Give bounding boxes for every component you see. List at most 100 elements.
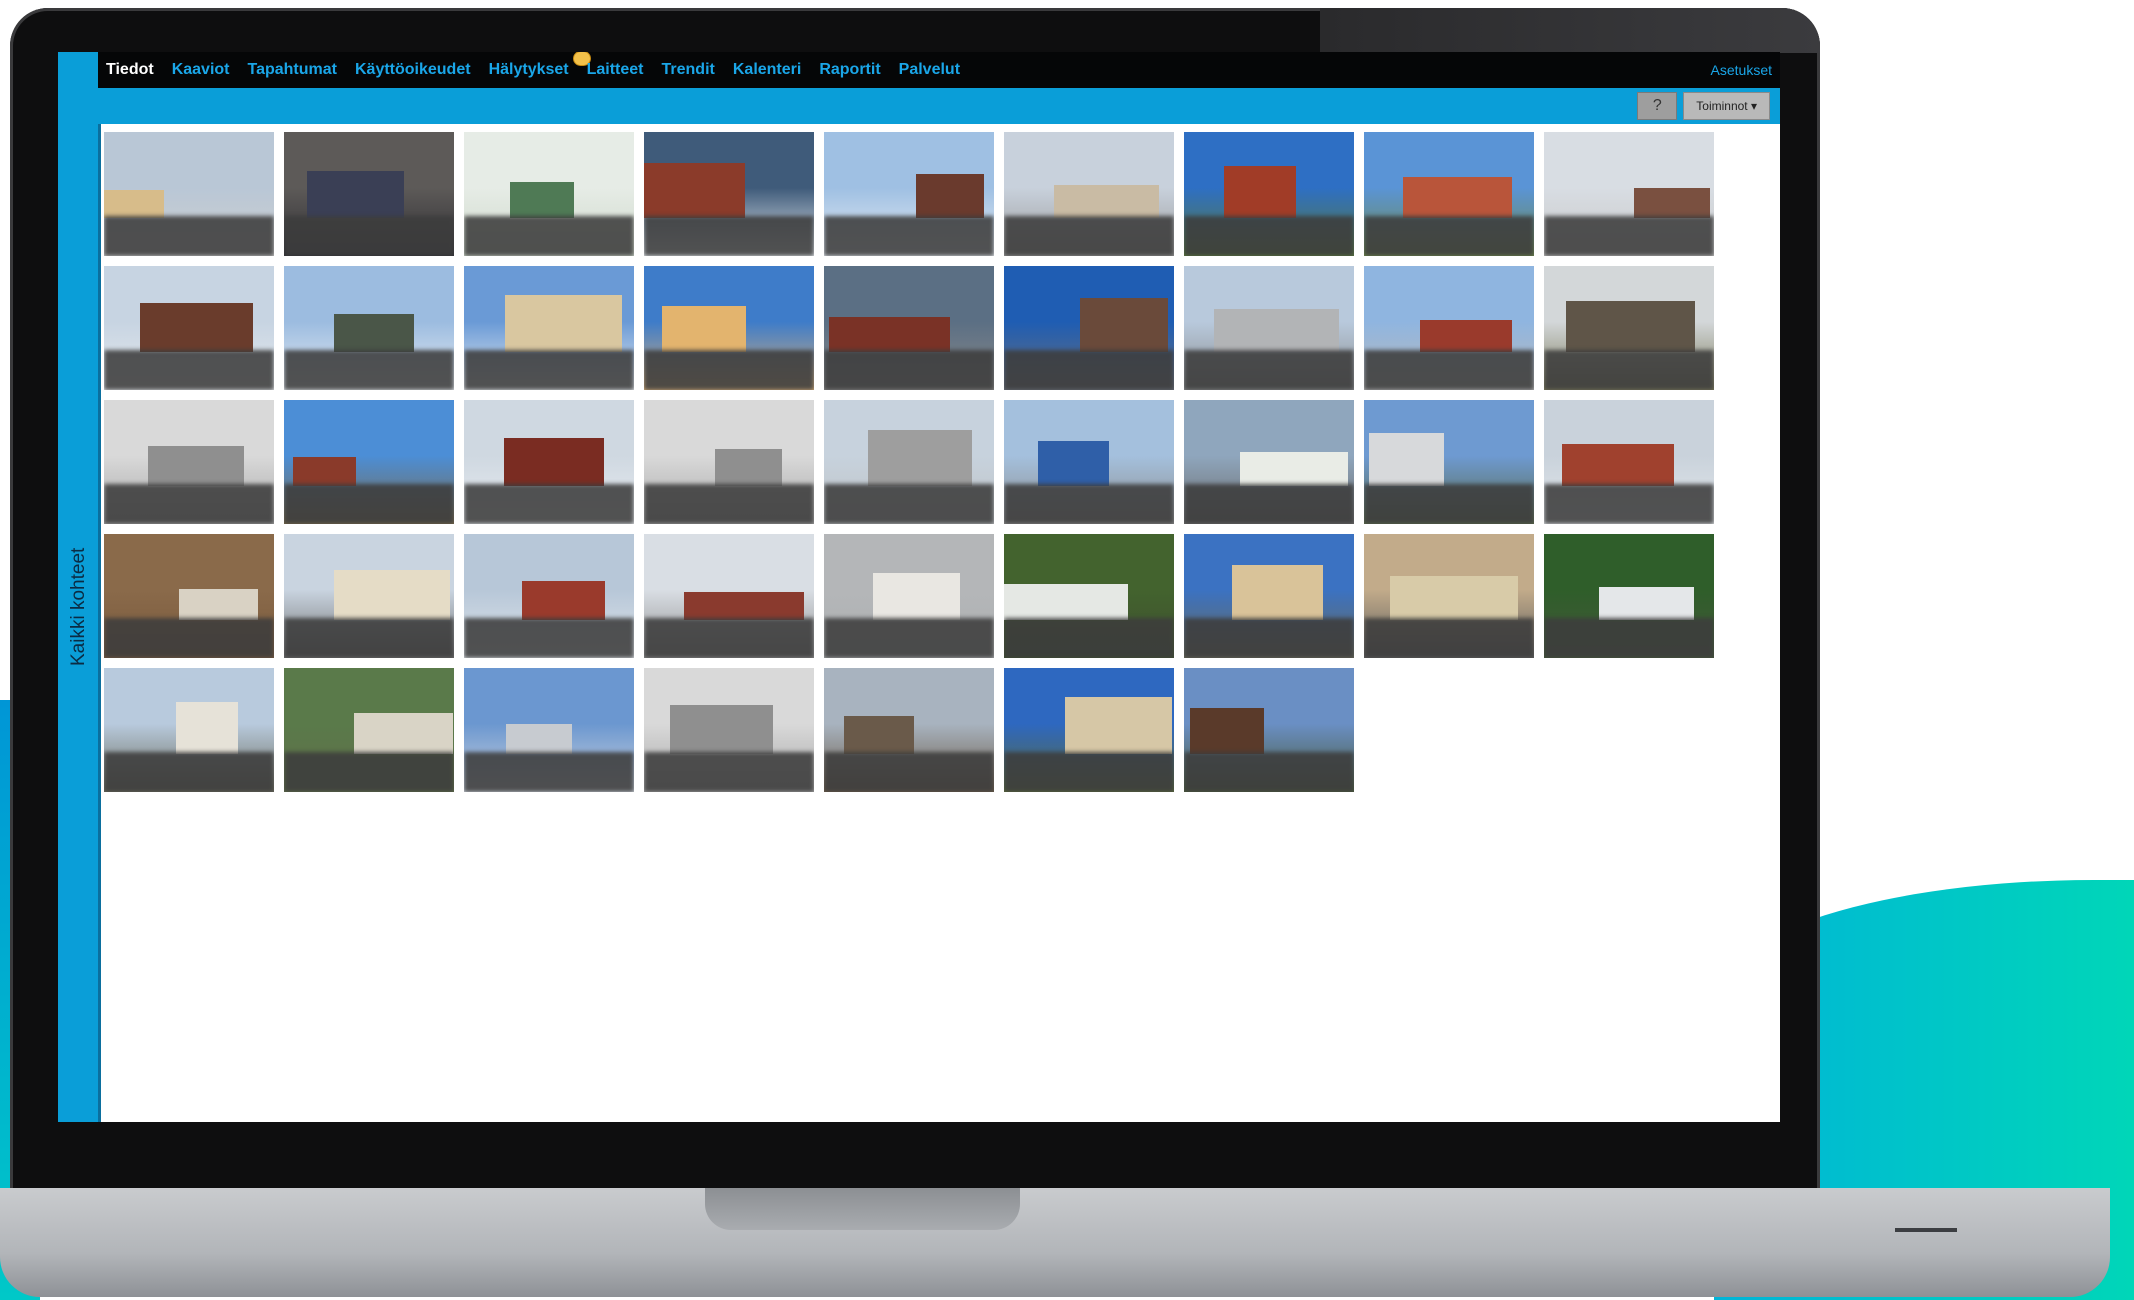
site-caption — [464, 350, 634, 390]
site-caption — [104, 752, 274, 792]
site-caption — [824, 216, 994, 256]
building-shape — [644, 163, 745, 218]
site-tile[interactable] — [284, 400, 454, 524]
site-caption — [644, 752, 814, 792]
site-tile[interactable] — [1004, 534, 1174, 658]
site-caption — [1004, 484, 1174, 524]
site-tile[interactable] — [1004, 266, 1174, 390]
help-button[interactable]: ? — [1637, 92, 1678, 120]
nav-item-käyttöoikeudet[interactable]: Käyttöoikeudet — [355, 61, 471, 79]
site-tile[interactable] — [1184, 668, 1354, 792]
site-tile[interactable] — [1004, 668, 1174, 792]
site-caption — [824, 484, 994, 524]
site-caption — [644, 484, 814, 524]
settings-link[interactable]: Asetukset — [1711, 62, 1780, 78]
building-shape — [1369, 433, 1444, 486]
site-caption — [1544, 216, 1714, 256]
site-tile[interactable] — [824, 534, 994, 658]
site-tile[interactable] — [464, 132, 634, 256]
site-tile[interactable] — [464, 534, 634, 658]
site-tile[interactable] — [824, 266, 994, 390]
nav-item-kalenteri[interactable]: Kalenteri — [733, 61, 801, 79]
site-caption — [1364, 618, 1534, 658]
site-caption — [464, 216, 634, 256]
site-tile[interactable] — [284, 534, 454, 658]
site-caption — [1184, 484, 1354, 524]
laptop-base-line — [1895, 1228, 1957, 1232]
site-tile[interactable] — [104, 400, 274, 524]
building-shape — [1080, 298, 1168, 352]
site-tile[interactable] — [1544, 132, 1714, 256]
site-tile[interactable] — [644, 266, 814, 390]
building-shape — [148, 446, 244, 486]
site-tile[interactable] — [824, 668, 994, 792]
site-tile[interactable] — [824, 132, 994, 256]
top-navigation: Tiedot Kaaviot Tapahtumat Käyttöoikeudet Häl… — [98, 52, 1780, 88]
nav-item-laitteet[interactable]: Laitteet — [587, 61, 644, 79]
building-shape — [844, 716, 914, 754]
site-tile[interactable] — [464, 400, 634, 524]
building-shape — [1240, 452, 1348, 486]
site-tile[interactable] — [104, 534, 274, 658]
site-tile[interactable] — [1184, 266, 1354, 390]
site-tile[interactable] — [644, 668, 814, 792]
building-shape — [179, 589, 258, 620]
site-tile[interactable] — [1184, 132, 1354, 256]
nav-item-palvelut[interactable]: Palvelut — [899, 61, 960, 79]
building-shape — [1065, 697, 1172, 754]
site-tile[interactable] — [464, 668, 634, 792]
site-tile[interactable] — [824, 400, 994, 524]
nav-item-kaaviot[interactable]: Kaaviot — [172, 61, 230, 79]
laptop-base — [0, 1188, 2110, 1297]
sidebar[interactable]: Kaikki kohteet — [58, 52, 101, 1122]
building-shape — [354, 713, 453, 754]
site-tile[interactable] — [104, 132, 274, 256]
site-caption — [464, 618, 634, 658]
site-tile[interactable] — [284, 266, 454, 390]
site-tile[interactable] — [644, 400, 814, 524]
site-tile[interactable] — [1004, 400, 1174, 524]
site-tile[interactable] — [464, 266, 634, 390]
site-tile[interactable] — [1364, 534, 1534, 658]
site-tile[interactable] — [1364, 266, 1534, 390]
site-tile[interactable] — [284, 668, 454, 792]
building-shape — [715, 449, 782, 486]
site-caption — [1184, 752, 1354, 792]
toolbar: ? Toiminnot ▾ — [98, 88, 1780, 124]
building-shape — [1038, 441, 1109, 486]
site-tile[interactable] — [1364, 132, 1534, 256]
site-caption — [644, 618, 814, 658]
site-tile[interactable] — [1184, 534, 1354, 658]
building-shape — [505, 295, 622, 352]
site-tile[interactable] — [1544, 400, 1714, 524]
site-caption — [464, 752, 634, 792]
nav-item-hälytykset[interactable]: Hälytykset — [489, 52, 591, 79]
sidebar-label[interactable]: Kaikki kohteet — [68, 548, 90, 666]
building-shape — [334, 314, 414, 352]
building-shape — [1420, 320, 1512, 352]
building-shape — [829, 317, 950, 352]
actions-dropdown[interactable]: Toiminnot ▾ — [1683, 92, 1770, 120]
site-tile[interactable] — [1004, 132, 1174, 256]
building-shape — [307, 171, 404, 218]
site-caption — [1364, 216, 1534, 256]
site-caption — [104, 484, 274, 524]
site-tile[interactable] — [644, 132, 814, 256]
site-tile[interactable] — [104, 266, 274, 390]
bezel-glare — [1320, 8, 1820, 53]
nav-item-tapahtumat[interactable]: Tapahtumat — [248, 61, 337, 79]
site-tile[interactable] — [1364, 400, 1534, 524]
site-caption — [1364, 350, 1534, 390]
building-shape — [1004, 584, 1128, 620]
site-tile[interactable] — [1544, 266, 1714, 390]
site-tile[interactable] — [104, 668, 274, 792]
site-caption — [824, 350, 994, 390]
nav-item-tiedot[interactable]: Tiedot — [106, 61, 154, 79]
site-caption — [1004, 350, 1174, 390]
site-tile[interactable] — [284, 132, 454, 256]
site-tile[interactable] — [1184, 400, 1354, 524]
site-tile[interactable] — [644, 534, 814, 658]
nav-item-trendit[interactable]: Trendit — [662, 61, 715, 79]
site-tile[interactable] — [1544, 534, 1714, 658]
nav-item-raportit[interactable]: Raportit — [819, 61, 880, 79]
